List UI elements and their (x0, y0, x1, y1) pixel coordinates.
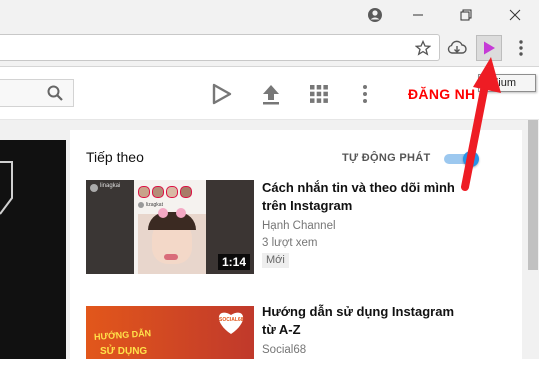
thumb-bottom-text: SỬ DỤNG (100, 346, 148, 357)
up-next-label: Tiếp theo (86, 149, 144, 165)
player-frame-icon (0, 161, 13, 215)
browser-title-bar (0, 0, 539, 30)
play-triangle-icon (484, 41, 495, 55)
video-list-item[interactable]: HƯỚNG DẪN SOCIAL68 SỬ DỤNG Hướng dẫn sử … (86, 303, 516, 366)
search-button[interactable] (0, 79, 74, 107)
video-duration: 1:14 (217, 254, 250, 270)
video-channel[interactable]: Social68 (262, 342, 306, 359)
more-options-icon[interactable] (356, 81, 374, 107)
scrollbar-thumb[interactable] (528, 120, 538, 270)
video-title-line1[interactable]: Hướng dẫn sử dụng Instagram (262, 303, 454, 321)
profile-icon[interactable] (362, 0, 388, 30)
minimize-button[interactable] (395, 0, 441, 30)
thumb-handle-text: linagkai (100, 183, 121, 189)
menu-kebab-icon[interactable] (512, 38, 530, 58)
autoplay-label: TỰ ĐỘNG PHÁT (342, 152, 431, 164)
bookmark-star-icon[interactable] (414, 39, 432, 57)
address-bar[interactable] (0, 34, 440, 61)
video-list-item[interactable]: linagkai lizagkat 1:14 Cách nhắn tin và … (86, 180, 516, 276)
video-title-line2[interactable]: từ A-Z (262, 321, 301, 339)
close-button[interactable] (492, 0, 538, 30)
heart-icon: SOCIAL68 (216, 309, 246, 335)
video-title-line1[interactable]: Cách nhắn tin và theo dõi mình (262, 179, 455, 197)
thumb-heart-text: SOCIAL68 (219, 317, 244, 323)
upload-icon[interactable] (258, 81, 284, 107)
video-channel[interactable]: Hạnh Channel (262, 218, 336, 235)
thumb-banner-text: HƯỚNG DẪN (93, 328, 152, 342)
video-title-line2[interactable]: trên Instagram (262, 197, 352, 215)
video-thumbnail[interactable]: HƯỚNG DẪN SOCIAL68 SỬ DỤNG (86, 306, 254, 359)
search-icon (47, 85, 63, 101)
new-badge: Mới (262, 253, 289, 268)
thumb-username-text: lizagkat (146, 202, 163, 208)
video-thumbnail[interactable]: linagkai lizagkat 1:14 (86, 180, 254, 274)
apps-grid-icon[interactable] (306, 81, 332, 107)
video-player[interactable] (0, 140, 66, 359)
annotation-arrow-icon (461, 57, 501, 191)
video-views: 3 lượt xem (262, 237, 318, 249)
youtube-play-icon[interactable] (208, 81, 234, 107)
restore-button[interactable] (443, 0, 489, 30)
